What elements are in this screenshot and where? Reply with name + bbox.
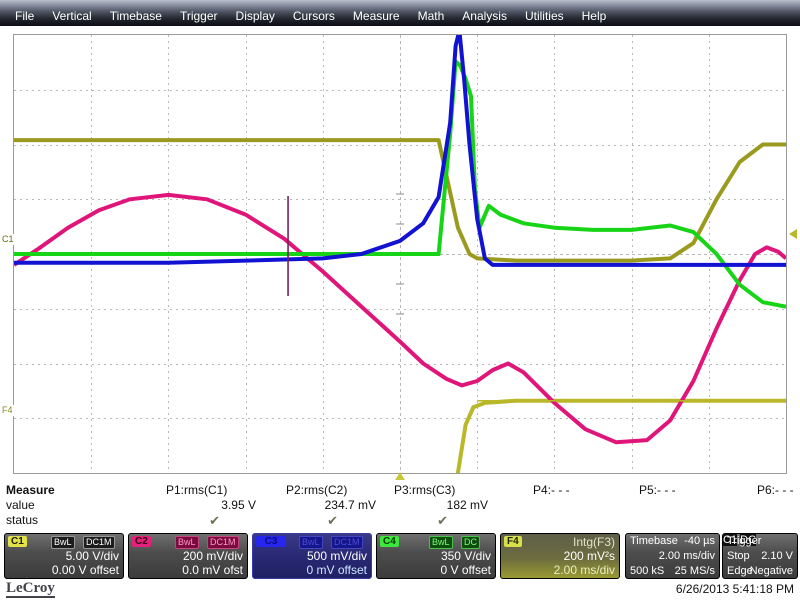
timebase-delay: -40 µs [684,535,715,547]
c4-tag[interactable]: C4 [380,536,399,547]
trigger-title: Trigger [727,535,762,547]
channel-descriptor-c1[interactable]: C1 BwL DC1M 5.00 V/div 0.00 V offset [4,533,124,579]
measure-title: Measure [6,483,55,497]
trigger-descriptor[interactable]: Trigger C1 DC Stop 2.10 V Edge Negative [722,533,798,579]
measure-col-header-p4[interactable]: P4:- - - [533,483,570,497]
f4-timebase: 2.00 ms/div [553,563,615,577]
measure-value-row-label: value [6,498,35,512]
c1-ground-marker[interactable]: C1 [1,234,15,245]
lecroy-logo: LeCroy [6,580,55,598]
channel-descriptor-c4[interactable]: C4 BwL DC 350 V/div 0 V offset [376,533,496,579]
menu-item-trigger[interactable]: Trigger [171,10,227,24]
c1-level-arrow-icon[interactable] [789,229,797,239]
trigger-position-marker-icon[interactable] [395,472,405,480]
measure-value-p1: 3.95 V [221,498,256,512]
waveform-traces [14,35,786,473]
measure-col-header-p3[interactable]: P3:rms(C3) [394,483,455,497]
trigger-state: Stop [727,550,750,562]
trigger-slope: Negative [749,565,793,577]
c2-vertical-scale: 200 mV/div [182,549,243,563]
measure-status-p3: ✔ [437,513,448,528]
c3-coupling-badge[interactable]: DC1M [331,536,363,549]
c4-bwl-badge[interactable]: BwL [429,536,453,549]
f4-tag[interactable]: F4 [504,536,522,547]
trace-c2 [14,192,786,445]
c2-coupling-badge[interactable]: DC1M [207,536,239,549]
trigger-level: 2.10 V [761,550,793,562]
menu-item-file[interactable]: File [6,10,43,24]
c2-offset: 0.0 mV ofst [182,563,243,577]
menu-item-display[interactable]: Display [227,10,284,24]
measure-value-p2: 234.7 mV [324,498,376,512]
waveform-display[interactable] [13,34,787,474]
c1-coupling-badge[interactable]: DC1M [83,536,115,549]
menu-item-cursors[interactable]: Cursors [284,10,344,24]
c2-tag[interactable]: C2 [132,536,151,547]
trace-c3 [14,35,786,267]
menu-item-help[interactable]: Help [573,10,616,24]
c3-tag[interactable]: C3 [256,536,286,547]
measure-col-header-p5[interactable]: P5:- - - [639,483,676,497]
menu-item-timebase[interactable]: Timebase [101,10,171,24]
menu-item-measure[interactable]: Measure [344,10,409,24]
math-descriptor-f4[interactable]: F4 Intg(F3) 200 mV²s 2.00 ms/div [500,533,620,579]
channel-descriptor-c2[interactable]: C2 BwL DC1M 200 mV/div 0.0 mV ofst [128,533,248,579]
c3-bwl-badge[interactable]: BwL [299,536,323,549]
timebase-descriptor[interactable]: Timebase -40 µs 2.00 ms/div 500 kS 25 MS… [625,533,720,579]
c4-offset: 0 V offset [440,563,491,577]
c4-coupling-badge[interactable]: DC [461,536,480,549]
c4-vertical-scale: 350 V/div [440,549,491,563]
c1-bwl-badge[interactable]: BwL [51,536,75,549]
measure-col-header-p1[interactable]: P1:rms(C1) [166,483,227,497]
menu-bar: File Vertical Timebase Trigger Display Cursor… [0,0,800,26]
measure-col-header-p2[interactable]: P2:rms(C2) [286,483,347,497]
oscilloscope-app: File Vertical Timebase Trigger Display Cursor… [0,0,800,600]
measure-status-row-label: status [6,513,39,527]
f4-ground-marker[interactable]: F4 [1,405,14,416]
timebase-sample-rate: 25 MS/s [674,565,715,577]
lecroy-logo-text: LeCroy [6,580,55,598]
timebase-title: Timebase [630,535,678,547]
f4-expression: Intg(F3) [572,535,615,549]
c3-vertical-scale: 500 mV/div [306,549,367,563]
measure-col-header-p6[interactable]: P6:- - - [757,483,794,497]
menu-item-utilities[interactable]: Utilities [516,10,573,24]
c1-offset: 0.00 V offset [51,563,119,577]
timestamp: 6/26/2013 5:41:18 PM [675,582,794,596]
c3-offset: 0 mV offset [306,563,367,577]
channel-descriptor-c3[interactable]: C3 BwL DC1M 500 mV/div 0 mV offset [252,533,372,579]
menu-item-math[interactable]: Math [409,10,454,24]
timebase-memory: 500 kS [630,565,665,577]
trace-f4 [455,398,786,473]
trace-c4 [14,59,786,309]
c1-tag[interactable]: C1 [8,536,27,547]
measure-value-p3: 182 mV [446,498,488,512]
timebase-scale: 2.00 ms/div [658,550,715,562]
measure-status-p1: ✔ [209,513,220,528]
c2-bwl-badge[interactable]: BwL [175,536,199,549]
f4-vertical-scale: 200 mV²s [563,549,615,563]
menu-item-analysis[interactable]: Analysis [453,10,516,24]
c1-vertical-scale: 5.00 V/div [65,549,119,563]
measure-status-p2: ✔ [327,513,338,528]
menu-item-vertical[interactable]: Vertical [43,10,100,24]
